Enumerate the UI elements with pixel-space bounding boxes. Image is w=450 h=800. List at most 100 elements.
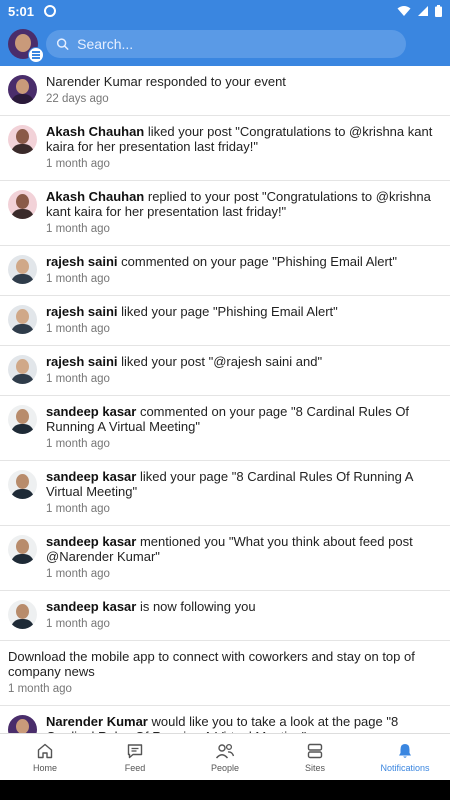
notification-content: rajesh saini liked your post "@rajesh sa… <box>46 354 442 387</box>
notification-time: 1 month ago <box>46 438 110 450</box>
nav-feed-label: Feed <box>124 762 146 773</box>
notification-item[interactable]: Narender Kumar would like you to take a … <box>0 706 450 733</box>
app-notification-icon <box>44 5 57 17</box>
feed-icon <box>127 743 143 758</box>
nav-people-label: People <box>210 762 240 773</box>
user-avatar <box>8 125 37 154</box>
nav-sites[interactable]: Sites <box>270 734 360 780</box>
actor-name: rajesh saini <box>46 254 118 269</box>
notification-content: Akash Chauhan liked your post "Congratul… <box>46 124 442 172</box>
notification-item[interactable]: rajesh saini liked your page "Phishing E… <box>0 296 450 346</box>
notification-list: Narender Kumar responded to your event 22… <box>0 66 450 733</box>
notification-time: 1 month ago <box>46 503 110 515</box>
notification-message: sandeep kasar mentioned you "What you th… <box>46 534 442 564</box>
notification-content: Narender Kumar would like you to take a … <box>46 714 442 733</box>
user-avatar <box>8 405 37 434</box>
user-avatar <box>8 535 37 564</box>
notification-message: Download the mobile app to connect with … <box>8 649 442 679</box>
notification-time: 1 month ago <box>46 323 110 335</box>
notification-item[interactable]: sandeep kasar commented on your page "8 … <box>0 396 450 461</box>
notification-message: rajesh saini liked your post "@rajesh sa… <box>46 354 442 369</box>
notification-time: 1 month ago <box>8 683 72 695</box>
nav-notifications[interactable]: Notifications <box>360 734 450 780</box>
bottom-navigation: Home Feed People Sites Notifications <box>0 733 450 780</box>
nav-home[interactable]: Home <box>0 734 90 780</box>
user-avatar <box>8 715 37 733</box>
notification-message: sandeep kasar is now following you <box>46 599 442 614</box>
notification-content: rajesh saini commented on your page "Phi… <box>46 254 442 287</box>
notification-message: sandeep kasar commented on your page "8 … <box>46 404 442 434</box>
hamburger-menu-icon[interactable] <box>28 47 44 63</box>
profile-menu-avatar[interactable] <box>8 29 44 63</box>
bell-icon <box>399 743 411 758</box>
nav-feed[interactable]: Feed <box>90 734 180 780</box>
actor-name: Akash Chauhan <box>46 124 145 139</box>
notification-message: Narender Kumar would like you to take a … <box>46 714 442 733</box>
nav-sites-label: Sites <box>304 762 325 773</box>
user-avatar <box>8 190 37 219</box>
actor-name: Narender Kumar <box>46 714 148 729</box>
cellular-icon <box>417 5 429 17</box>
actor-name: sandeep kasar <box>46 404 137 419</box>
search-input[interactable] <box>77 36 396 52</box>
actor-name: sandeep kasar <box>46 599 137 614</box>
notification-content: Narender Kumar responded to your event 22… <box>46 74 442 107</box>
user-avatar <box>8 600 37 629</box>
notification-time: 1 month ago <box>46 273 110 285</box>
notification-message: sandeep kasar liked your page "8 Cardina… <box>46 469 442 499</box>
actor-name: rajesh saini <box>46 354 118 369</box>
user-avatar <box>8 355 37 384</box>
notification-item[interactable]: rajesh saini liked your post "@rajesh sa… <box>0 346 450 396</box>
app-header <box>0 22 450 66</box>
notification-time: 22 days ago <box>46 93 109 105</box>
wifi-icon <box>397 5 411 17</box>
user-avatar <box>8 470 37 499</box>
user-avatar <box>8 305 37 334</box>
notification-item[interactable]: rajesh saini commented on your page "Phi… <box>0 246 450 296</box>
notification-time: 1 month ago <box>46 568 110 580</box>
search-icon <box>56 38 69 50</box>
battery-icon <box>435 5 442 17</box>
notification-message: Narender Kumar responded to your event <box>46 74 442 89</box>
notification-message: rajesh saini liked your page "Phishing E… <box>46 304 442 319</box>
people-icon <box>215 743 235 758</box>
notification-content: sandeep kasar commented on your page "8 … <box>46 404 442 452</box>
user-avatar <box>8 75 37 104</box>
notification-item[interactable]: Narender Kumar responded to your event 22… <box>0 66 450 116</box>
nav-notifications-label: Notifications <box>380 762 430 773</box>
home-icon <box>37 743 53 758</box>
notification-text: is now following you <box>136 599 256 614</box>
nav-people[interactable]: People <box>180 734 270 780</box>
notification-content: sandeep kasar mentioned you "What you th… <box>46 534 442 582</box>
status-bar: 5:01 <box>0 0 450 22</box>
status-time: 5:01 <box>8 3 35 19</box>
notification-item[interactable]: Akash Chauhan liked your post "Congratul… <box>0 116 450 181</box>
actor-name: rajesh saini <box>46 304 118 319</box>
notification-item[interactable]: sandeep kasar is now following you 1 mont… <box>0 591 450 641</box>
notification-item[interactable]: sandeep kasar liked your page "8 Cardina… <box>0 461 450 526</box>
notification-time: 1 month ago <box>46 223 110 235</box>
notification-content: Akash Chauhan replied to your post "Cong… <box>46 189 442 237</box>
notification-text: commented on your page "Phishing Email A… <box>117 254 398 269</box>
notification-text: Narender Kumar responded to your event <box>46 74 286 89</box>
actor-name: sandeep kasar <box>46 534 137 549</box>
notification-content: Download the mobile app to connect with … <box>8 649 442 697</box>
sites-icon <box>307 743 323 758</box>
notification-item[interactable]: sandeep kasar mentioned you "What you th… <box>0 526 450 591</box>
actor-name: sandeep kasar <box>46 469 137 484</box>
notification-time: 1 month ago <box>46 373 110 385</box>
notification-time: 1 month ago <box>46 618 110 630</box>
notification-item[interactable]: Download the mobile app to connect with … <box>0 641 450 706</box>
notification-item[interactable]: Akash Chauhan replied to your post "Cong… <box>0 181 450 246</box>
search-bar[interactable] <box>46 30 406 58</box>
notification-message: rajesh saini commented on your page "Phi… <box>46 254 442 269</box>
actor-name: Akash Chauhan <box>46 189 145 204</box>
notification-content: rajesh saini liked your page "Phishing E… <box>46 304 442 337</box>
notification-text: liked your page "Phishing Email Alert" <box>117 304 338 319</box>
notification-text: liked your post "@rajesh saini and" <box>117 354 323 369</box>
app-screen: 5:01 Narender Kumar responded to your ev… <box>0 0 450 800</box>
notification-content: sandeep kasar is now following you 1 mont… <box>46 599 442 632</box>
notification-message: Akash Chauhan liked your post "Congratul… <box>46 124 442 154</box>
nav-home-label: Home <box>32 762 57 773</box>
notification-time: 1 month ago <box>46 158 110 170</box>
